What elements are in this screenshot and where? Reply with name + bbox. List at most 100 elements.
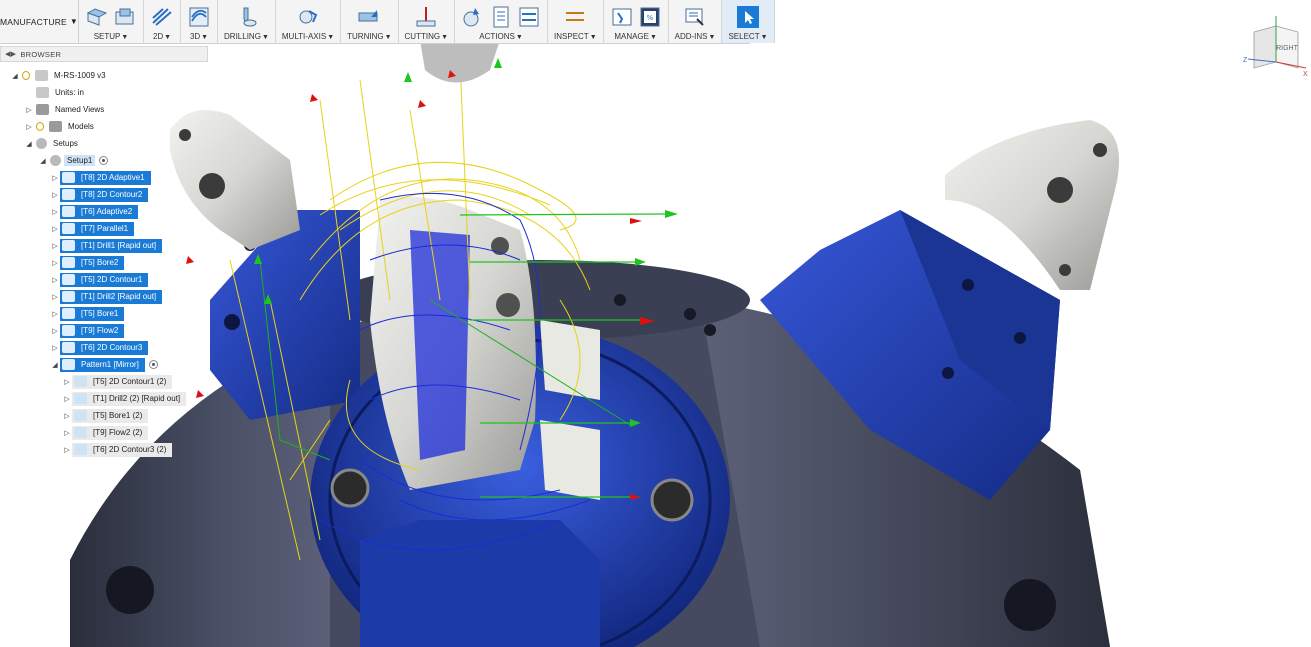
chevron-down-icon[interactable]: ◢ — [10, 72, 20, 80]
chevron-right-icon[interactable]: ▷ — [62, 446, 72, 454]
tree-item-label: [T9] Flow2 (2) — [93, 428, 143, 437]
collapse-panel-icon[interactable]: ◀▶ — [5, 50, 16, 58]
tree-item-models[interactable]: ▷ Models — [24, 119, 97, 134]
contour-operation-icon — [62, 274, 75, 285]
toolbar-group-label: CUTTING — [404, 32, 441, 41]
chevron-right-icon[interactable]: ▷ — [50, 293, 60, 301]
chevron-right-icon[interactable]: ▷ — [50, 259, 60, 267]
visibility-bulb-icon[interactable] — [36, 122, 44, 131]
toolbar-group-cutting[interactable]: CUTTING▼ — [399, 0, 456, 43]
pattern-status-icon[interactable] — [148, 360, 158, 369]
setup-icon[interactable] — [85, 5, 109, 29]
chevron-right-icon[interactable]: ▷ — [50, 310, 60, 318]
flow-operation-icon — [62, 325, 75, 336]
chevron-down-icon[interactable]: ◢ — [50, 361, 60, 369]
tool-library-icon[interactable] — [610, 5, 634, 29]
cutting-icon[interactable] — [414, 5, 438, 29]
folder-icon — [49, 121, 62, 132]
chevron-down-icon: ▼ — [441, 34, 449, 41]
setup-sheet-icon[interactable] — [517, 5, 541, 29]
toolbar-group-label: MANAGE — [614, 32, 649, 41]
tree-item-operation[interactable]: ▷ [T7] Parallel1 — [50, 221, 135, 236]
tree-item-pattern-child[interactable]: ▷ [T5] Bore1 (2) — [62, 408, 149, 423]
chevron-right-icon[interactable]: ▷ — [62, 395, 72, 403]
toolbar-group-multi-axis[interactable]: MULTI-AXIS▼ — [276, 0, 342, 43]
chevron-right-icon[interactable]: ▷ — [50, 327, 60, 335]
tree-item-operation[interactable]: ▷ [T5] Bore1 — [50, 306, 125, 321]
chevron-right-icon[interactable]: ▷ — [50, 344, 60, 352]
tree-item-label: [T5] 2D Contour1 (2) — [93, 377, 167, 386]
view-cube[interactable]: RIGHT Z X — [1240, 14, 1310, 84]
tree-item-setup1[interactable]: ◢ Setup1 — [38, 153, 109, 168]
tree-item-operation[interactable]: ▷ [T6] Adaptive2 — [50, 204, 139, 219]
chevron-down-icon[interactable]: ◢ — [38, 157, 48, 165]
chevron-right-icon[interactable]: ▷ — [62, 412, 72, 420]
browser-header[interactable]: ◀▶ BROWSER — [0, 46, 208, 62]
chevron-right-icon[interactable]: ▷ — [62, 378, 72, 386]
chevron-down-icon[interactable]: ◢ — [24, 140, 34, 148]
tree-item-pattern-child[interactable]: ▷ [T9] Flow2 (2) — [62, 425, 149, 440]
toolbar-group-drilling[interactable]: DRILLING▼ — [218, 0, 276, 43]
3d-milling-icon[interactable] — [187, 5, 211, 29]
view-cube-face-label[interactable]: RIGHT — [1276, 45, 1299, 52]
tree-item-operation[interactable]: ▷ [T5] Bore2 — [50, 255, 125, 270]
document-icon — [35, 70, 48, 81]
tree-item-units[interactable]: Units: in — [24, 85, 87, 100]
chevron-right-icon[interactable]: ▷ — [50, 225, 60, 233]
toolbar-group-actions[interactable]: ACTIONS▼ — [455, 0, 549, 43]
workspace-switcher[interactable]: MANUFACTURE ▼ — [0, 0, 80, 43]
2d-milling-icon[interactable] — [150, 5, 174, 29]
tree-item-named-views[interactable]: ▷ Named Views — [24, 102, 107, 117]
stock-icon[interactable] — [113, 5, 137, 29]
select-cursor-icon[interactable] — [736, 5, 760, 29]
simulate-icon[interactable] — [461, 5, 485, 29]
tree-item-label: [T1] Drill1 [Rapid out] — [78, 240, 160, 251]
turning-icon[interactable] — [357, 5, 381, 29]
tree-item-operation[interactable]: ▷ [T9] Flow2 — [50, 323, 125, 338]
tree-item-operation[interactable]: ▷ [T8] 2D Contour2 — [50, 187, 149, 202]
tree-item-pattern-child[interactable]: ▷ [T1] Drill2 (2) [Rapid out] — [62, 391, 187, 406]
toolbar-group-turning[interactable]: TURNING▼ — [341, 0, 399, 43]
chevron-right-icon[interactable]: ▷ — [24, 106, 34, 114]
chevron-right-icon[interactable]: ▷ — [50, 191, 60, 199]
chevron-right-icon[interactable]: ▷ — [50, 208, 60, 216]
tree-item-document[interactable]: ◢ M-RS-1009 v3 — [10, 68, 109, 83]
tree-item-operation[interactable]: ▷ [T8] 2D Adaptive1 — [50, 170, 151, 185]
add-ins-icon[interactable] — [683, 5, 707, 29]
toolbar-group-manage[interactable]: % MANAGE▼ — [604, 0, 669, 43]
chevron-down-icon: ▼ — [708, 34, 716, 41]
post-process-icon[interactable] — [489, 5, 513, 29]
tree-item-setups[interactable]: ◢ Setups — [24, 136, 81, 151]
toolbar-group-select[interactable]: SELECT▼ — [722, 0, 775, 43]
chevron-down-icon: ▼ — [760, 34, 768, 41]
tree-item-pattern-child[interactable]: ▷ [T5] 2D Contour1 (2) — [62, 374, 173, 389]
measure-icon[interactable] — [563, 5, 587, 29]
toolbar-group-setup[interactable]: SETUP▼ — [79, 0, 145, 43]
visibility-bulb-icon[interactable] — [22, 71, 30, 80]
chevron-right-icon[interactable]: ▷ — [50, 276, 60, 284]
3d-viewport[interactable] — [0, 0, 1311, 647]
toolbar-group-2d[interactable]: 2D▼ — [144, 0, 182, 43]
pattern-icon — [62, 359, 75, 370]
drill-icon[interactable] — [234, 5, 258, 29]
chevron-right-icon[interactable]: ▷ — [50, 174, 60, 182]
adaptive-operation-icon — [62, 172, 75, 183]
template-library-icon[interactable]: % — [638, 5, 662, 29]
chevron-down-icon: ▼ — [649, 34, 657, 41]
toolbar-group-3d[interactable]: 3D▼ — [181, 0, 219, 43]
toolbar-group-add-ins[interactable]: ADD-INS▼ — [669, 0, 723, 43]
active-setup-radio-icon[interactable] — [99, 156, 109, 165]
tree-item-operation[interactable]: ▷ [T1] Drill2 [Rapid out] — [50, 289, 163, 304]
chevron-right-icon[interactable]: ▷ — [62, 429, 72, 437]
tree-item-pattern[interactable]: ◢ Pattern1 [Mirror] — [50, 357, 158, 372]
chevron-right-icon[interactable]: ▷ — [24, 123, 34, 131]
bore-operation-icon — [62, 257, 75, 268]
multi-axis-icon[interactable] — [296, 5, 320, 29]
tree-item-operation[interactable]: ▷ [T5] 2D Contour1 — [50, 272, 149, 287]
tree-item-pattern-child[interactable]: ▷ [T6] 2D Contour3 (2) — [62, 442, 173, 457]
tree-item-label: [T1] Drill2 [Rapid out] — [78, 291, 160, 302]
tree-item-operation[interactable]: ▷ [T1] Drill1 [Rapid out] — [50, 238, 163, 253]
tree-item-operation[interactable]: ▷ [T6] 2D Contour3 — [50, 340, 149, 355]
toolbar-group-inspect[interactable]: INSPECT▼ — [548, 0, 604, 43]
chevron-right-icon[interactable]: ▷ — [50, 242, 60, 250]
